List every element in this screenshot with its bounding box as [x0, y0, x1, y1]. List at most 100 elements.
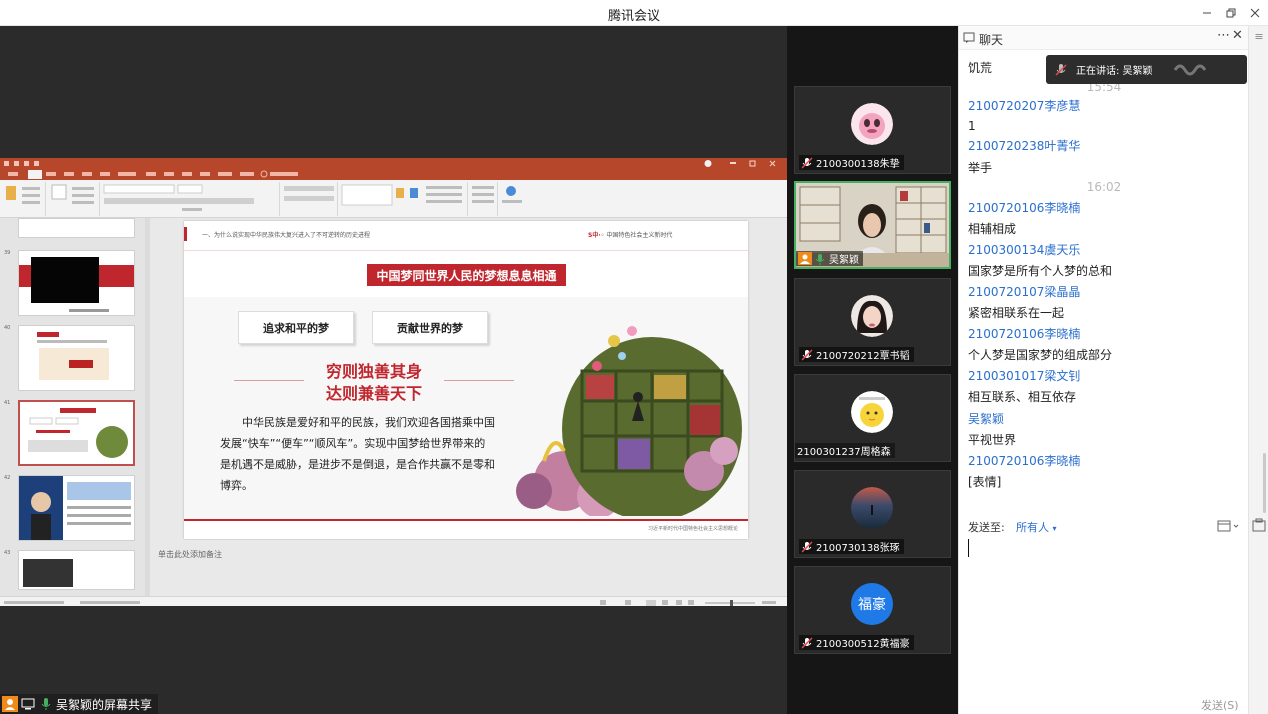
- participant-tile[interactable]: 福豪 2100300512黄福豪: [794, 566, 951, 654]
- message-text: 平视世界: [968, 433, 1017, 447]
- participant-tile[interactable]: 2100720212覃书韬: [794, 278, 951, 366]
- slide-thumbnail[interactable]: [18, 325, 135, 391]
- minimize-icon: [1203, 12, 1211, 14]
- participant-name: 吴絮颖: [829, 255, 859, 266]
- message-text: 1: [968, 119, 976, 133]
- drawing-group-icon: [341, 184, 462, 206]
- message-text: 国家梦是所有个人梦的总和: [968, 264, 1113, 278]
- message-text: 饥荒: [968, 61, 993, 75]
- message-sender[interactable]: 2100720238叶菁华: [968, 137, 1080, 154]
- message-text: 紧密相联系在一起: [968, 306, 1065, 320]
- mic-muted-icon: [801, 636, 813, 649]
- send-button-label: 发送(S): [1201, 699, 1239, 712]
- slide-thumbnail[interactable]: [18, 250, 135, 316]
- font-group-icon: [103, 184, 254, 211]
- file-icon[interactable]: [1217, 519, 1245, 533]
- mic-muted-icon: [801, 156, 813, 169]
- participant-tile[interactable]: 2100300138朱挚: [794, 86, 951, 174]
- text-caret: [968, 539, 969, 557]
- restore-button[interactable]: [1220, 3, 1242, 23]
- message-sender[interactable]: 吴絮颖: [968, 410, 1004, 427]
- avatar: [851, 295, 893, 337]
- paragraph-group-icon: [284, 186, 334, 201]
- thumb-preview-icon: [19, 257, 134, 312]
- verse-line-1: 穷则独善其身: [325, 362, 422, 381]
- shared-screen: 39 40 41 42 43 一、为什么说实现中华民族伟大复兴进入了不可逆转的历…: [0, 26, 787, 714]
- ppt-ribbon-tabs: [0, 169, 787, 180]
- ribbon-tab-strip: [8, 170, 298, 179]
- message-sender[interactable]: 2100301017梁文钊: [968, 367, 1080, 384]
- slide-brand: S中·◦ 中国特色社会主义新时代: [588, 230, 672, 239]
- dream-box-contribute: 贡献世界的梦: [372, 311, 488, 344]
- spacer-icon: [1245, 519, 1246, 520]
- message-sender[interactable]: 2100720106李晓楠: [968, 199, 1080, 216]
- participant-tile[interactable]: 2100730138张琢: [794, 470, 951, 558]
- participant-tile[interactable]: 2100301237周格森: [794, 374, 951, 462]
- slide-footer: 习近平新时代中国特色社会主义思想概论: [184, 519, 748, 539]
- message-sender[interactable]: 2100720106李晓楠: [968, 325, 1080, 342]
- mic-muted-icon: [801, 348, 813, 361]
- message-sender[interactable]: 2100300134虞天乐: [968, 241, 1080, 258]
- participant-name-tag: 2100301237周格森: [795, 443, 895, 458]
- send-to-value: 所有人: [1016, 521, 1049, 534]
- user-icon: [2, 696, 18, 712]
- quick-access-icons: [4, 161, 39, 166]
- participant-tile-speaking[interactable]: 吴絮颖: [794, 181, 951, 269]
- host-user-icon: [798, 252, 812, 265]
- speaking-toast-text: 正在讲话: 吴絮颖: [1076, 66, 1153, 77]
- slide-breadcrumb: 一、为什么说实现中华民族伟大复兴进入了不可逆转的历史进程: [202, 232, 371, 239]
- slide-thumbnail[interactable]: [18, 550, 135, 590]
- ppt-ribbon: [0, 180, 787, 218]
- avatar: [851, 391, 893, 433]
- message-timestamp: 16:02: [1086, 180, 1122, 194]
- slide-thumbnail[interactable]: [18, 475, 135, 541]
- slide-footer-text: 习近平新时代中国特色社会主义思想概论: [647, 526, 738, 532]
- footer-rule: [184, 519, 748, 521]
- notes-pane[interactable]: 单击此处添加备注: [150, 540, 787, 596]
- avatar: [851, 487, 893, 529]
- chevron-down-icon: ▾: [1052, 524, 1057, 533]
- close-icon: [1250, 8, 1260, 18]
- restore-icon: [1226, 8, 1236, 18]
- minimize-button[interactable]: [1196, 3, 1218, 23]
- close-window-button[interactable]: [1244, 3, 1266, 23]
- avatar-initials: 福豪: [858, 597, 886, 613]
- message-sender[interactable]: 2100720106李晓楠: [968, 452, 1080, 469]
- message-sender[interactable]: 2100720107梁晶晶: [968, 283, 1080, 300]
- participant-list: 2100300138朱挚 吴絮颖 2100720212覃书韬 210030123…: [787, 26, 958, 714]
- send-to-label: 发送至:: [968, 521, 1005, 534]
- chat-header: 聊天 ⋯ ✕: [959, 26, 1249, 50]
- close-chat-button[interactable]: ✕: [1232, 28, 1243, 43]
- chat-scrollbar[interactable]: [1263, 453, 1266, 513]
- powerpoint-window: 39 40 41 42 43 一、为什么说实现中华民族伟大复兴进入了不可逆转的历…: [0, 158, 787, 606]
- notes-placeholder: 单击此处添加备注: [158, 550, 222, 559]
- slide-thumbnail-current[interactable]: [18, 400, 135, 466]
- current-slide: 一、为什么说实现中华民族伟大复兴进入了不可逆转的历史进程 S中·◦ 中国特色社会…: [184, 221, 748, 539]
- participant-name: 2100300138朱挚: [816, 159, 900, 170]
- message-sender[interactable]: 2100720207李彦慧: [968, 97, 1080, 114]
- slide-body-text: 中华民族是爱好和平的民族，我们欢迎各国搭乘中国发展“快车”“便车”“顺风车”。实…: [220, 416, 495, 492]
- screen-share-owner: 吴絮颖的屏幕共享: [56, 697, 153, 712]
- ppt-window-controls-icon: [704, 160, 776, 167]
- addin-icon: [502, 186, 522, 203]
- send-button[interactable]: 发送(S) ⌄: [1201, 697, 1248, 714]
- chat-input[interactable]: [967, 534, 1241, 684]
- thumb-number: 41: [4, 400, 11, 406]
- participant-name: 2100301237周格森: [797, 447, 891, 458]
- more-options-button[interactable]: ⋯: [1217, 28, 1230, 43]
- participant-name: 2100720212覃书韬: [816, 351, 910, 362]
- message-text: 相互联系、相互依存: [968, 390, 1077, 404]
- title-bar: 腾讯会议: [0, 0, 1268, 26]
- editing-group-icon: [472, 186, 494, 203]
- ppt-status-bar: [0, 596, 787, 606]
- flower-globe-illustration: [504, 311, 744, 521]
- menu-icon[interactable]: ≡: [1252, 30, 1266, 44]
- audio-wave-icon: [1173, 64, 1206, 75]
- header-accent: [184, 227, 187, 241]
- slide-thumbnail[interactable]: [18, 218, 135, 238]
- message-text: 个人梦是国家梦的组成部分: [968, 348, 1113, 362]
- thumb-number: 40: [4, 325, 11, 331]
- send-to-selector[interactable]: 所有人 ▾: [1016, 519, 1057, 535]
- settings-icon[interactable]: [1252, 518, 1266, 532]
- slide-thumbnail-pane: 39 40 41 42 43: [0, 218, 150, 606]
